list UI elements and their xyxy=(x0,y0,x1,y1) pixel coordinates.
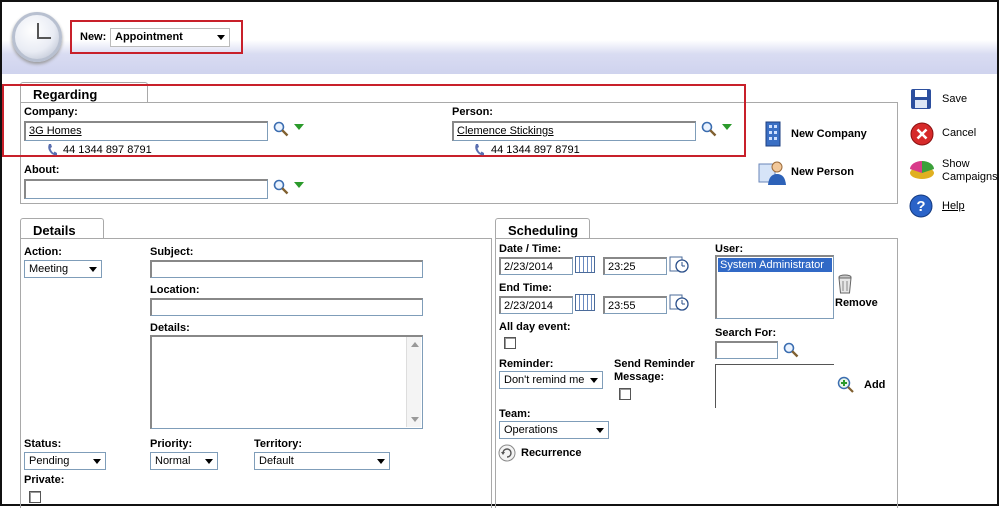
team-label: Team: xyxy=(499,408,531,420)
send-reminder-label: Send Reminder Message: xyxy=(614,358,695,383)
new-company-button[interactable]: New Company xyxy=(791,128,867,140)
campaigns-icon[interactable] xyxy=(909,158,935,182)
tab-scheduling: Scheduling xyxy=(495,218,590,239)
company-field[interactable]: 3G Homes xyxy=(24,121,268,141)
chevron-down-icon xyxy=(590,378,598,383)
add-icon[interactable] xyxy=(837,376,855,394)
save-button[interactable]: Save xyxy=(942,93,967,105)
chevron-down-icon xyxy=(596,428,604,433)
team-select[interactable]: Operations xyxy=(499,421,609,439)
recurrence-icon[interactable] xyxy=(498,444,516,462)
person-phone: 44 1344 897 8791 xyxy=(491,144,580,156)
user-list-item-selected[interactable]: System Administrator xyxy=(718,258,832,272)
search-for-input[interactable] xyxy=(715,341,778,359)
tab-details: Details xyxy=(20,218,104,239)
search-icon[interactable] xyxy=(273,179,289,195)
send-reminder-checkbox[interactable] xyxy=(619,388,631,400)
chevron-down-icon xyxy=(93,459,101,464)
phone-icon xyxy=(475,144,484,156)
reminder-select[interactable]: Don't remind me xyxy=(499,371,603,389)
start-time-input[interactable]: 23:25 xyxy=(603,257,667,275)
cancel-button[interactable]: Cancel xyxy=(942,127,976,139)
phone-icon xyxy=(48,144,57,156)
calendar-icon[interactable] xyxy=(575,294,595,311)
company-link[interactable]: 3G Homes xyxy=(29,125,82,137)
reminder-label: Reminder: xyxy=(499,358,554,370)
all-day-label: All day event: xyxy=(499,321,571,333)
company-label: Company: xyxy=(24,106,78,118)
end-time-input[interactable]: 23:55 xyxy=(603,296,667,314)
end-time-label: End Time: xyxy=(499,282,552,294)
time-picker-icon[interactable] xyxy=(669,256,689,273)
location-input[interactable] xyxy=(150,298,423,316)
priority-select[interactable]: Normal xyxy=(150,452,218,470)
cancel-icon[interactable] xyxy=(910,122,934,146)
chevron-down-icon xyxy=(217,35,225,40)
private-label: Private: xyxy=(24,474,65,486)
help-icon[interactable]: ? xyxy=(909,194,933,218)
company-phone: 44 1344 897 8791 xyxy=(63,144,152,156)
search-icon[interactable] xyxy=(783,342,799,358)
person-icon[interactable] xyxy=(757,158,787,186)
dropdown-triangle-icon[interactable] xyxy=(294,124,304,130)
details-textarea[interactable] xyxy=(150,335,423,429)
action-select[interactable]: Meeting xyxy=(24,260,102,278)
chevron-down-icon xyxy=(377,459,385,464)
date-time-label: Date / Time: xyxy=(499,243,562,255)
start-date-input[interactable]: 2/23/2014 xyxy=(499,257,573,275)
action-label: Action: xyxy=(24,246,62,258)
status-label: Status: xyxy=(24,438,62,450)
new-person-button[interactable]: New Person xyxy=(791,166,854,178)
details-scrollbar[interactable] xyxy=(406,337,421,427)
clock-icon xyxy=(12,12,62,62)
dropdown-triangle-icon[interactable] xyxy=(294,182,304,188)
private-checkbox[interactable] xyxy=(29,491,41,503)
new-type-value: Appointment xyxy=(115,31,183,43)
time-picker-icon[interactable] xyxy=(669,294,689,311)
subject-label: Subject: xyxy=(150,246,194,258)
priority-label: Priority: xyxy=(150,438,193,450)
trash-icon[interactable] xyxy=(837,274,853,294)
help-button[interactable]: Help xyxy=(942,200,965,212)
show-campaigns-button[interactable]: Show Campaigns xyxy=(942,158,998,184)
details-label: Details: xyxy=(150,322,190,334)
chevron-down-icon xyxy=(205,459,213,464)
calendar-icon[interactable] xyxy=(575,256,595,273)
about-field[interactable] xyxy=(24,179,268,199)
new-type-select[interactable]: Appointment xyxy=(110,28,230,47)
user-label: User: xyxy=(715,243,744,255)
location-label: Location: xyxy=(150,284,200,296)
scroll-up-icon[interactable] xyxy=(411,342,419,347)
search-icon[interactable] xyxy=(273,121,289,137)
scroll-down-icon[interactable] xyxy=(411,417,419,422)
remove-button[interactable]: Remove xyxy=(835,297,878,309)
subject-input[interactable] xyxy=(150,260,423,278)
user-listbox[interactable]: System Administrator xyxy=(715,255,834,319)
person-label: Person: xyxy=(452,106,493,118)
territory-label: Territory: xyxy=(254,438,303,450)
new-label: New: xyxy=(80,31,107,43)
person-field[interactable]: Clemence Stickings xyxy=(452,121,696,141)
person-link[interactable]: Clemence Stickings xyxy=(457,125,554,137)
building-icon[interactable] xyxy=(762,120,784,148)
all-day-checkbox[interactable] xyxy=(504,337,516,349)
search-results-listbox[interactable] xyxy=(715,364,834,408)
add-button[interactable]: Add xyxy=(864,379,885,391)
search-for-label: Search For: xyxy=(715,327,777,339)
dropdown-triangle-icon[interactable] xyxy=(722,124,732,130)
search-icon[interactable] xyxy=(701,121,717,137)
recurrence-button[interactable]: Recurrence xyxy=(521,447,582,459)
status-select[interactable]: Pending xyxy=(24,452,106,470)
territory-select[interactable]: Default xyxy=(254,452,390,470)
about-label: About: xyxy=(24,164,60,176)
svg-text:?: ? xyxy=(916,198,925,215)
save-icon[interactable] xyxy=(910,88,932,110)
end-date-input[interactable]: 2/23/2014 xyxy=(499,296,573,314)
chevron-down-icon xyxy=(89,267,97,272)
